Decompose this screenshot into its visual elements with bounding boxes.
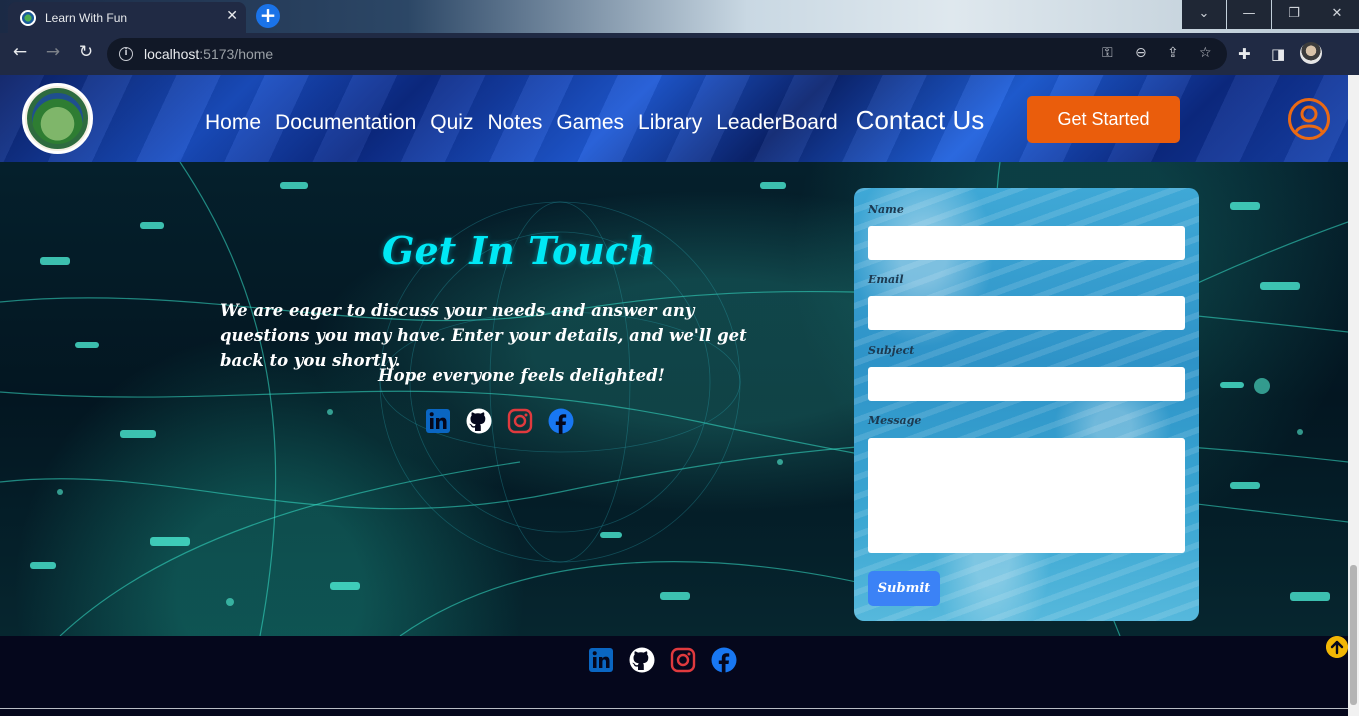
message-textarea[interactable] xyxy=(868,438,1185,553)
instagram-icon[interactable] xyxy=(670,647,696,673)
subject-label: Subject xyxy=(868,344,915,357)
bookmark-star-icon[interactable]: ☆ xyxy=(1199,45,1212,61)
message-label: Message xyxy=(868,414,922,427)
linkedin-icon[interactable] xyxy=(588,647,614,673)
address-bar[interactable]: i localhost:5173/home ⚿ ⊖ ⇪ ☆ xyxy=(107,38,1227,70)
scrollbar-thumb[interactable] xyxy=(1350,565,1357,705)
nav-quiz[interactable]: Quiz xyxy=(430,111,473,135)
site-favicon-icon xyxy=(20,9,36,26)
url-text: localhost:5173/home xyxy=(144,46,274,62)
page-bottom-divider xyxy=(0,708,1348,709)
contact-title: Get In Touch xyxy=(382,228,656,273)
nav-leaderboard[interactable]: LeaderBoard xyxy=(716,111,837,135)
key-icon[interactable]: ⚿ xyxy=(1102,45,1113,61)
logo-ring xyxy=(27,88,88,149)
name-field[interactable] xyxy=(868,226,1185,260)
tab-search-button[interactable]: ⌄ xyxy=(1182,0,1226,29)
page-scrollbar[interactable] xyxy=(1348,75,1359,716)
contact-closing-text: Hope everyone feels delighted! xyxy=(378,366,665,385)
instagram-icon[interactable] xyxy=(507,408,533,434)
facebook-icon[interactable] xyxy=(548,408,574,434)
forward-arrow-icon[interactable]: → xyxy=(41,42,65,62)
footer-social-links xyxy=(588,647,737,673)
zoom-out-icon[interactable]: ⊖ xyxy=(1135,45,1147,61)
contact-description: We are eager to discuss your needs and a… xyxy=(220,301,747,370)
site-info-icon[interactable]: i xyxy=(119,47,133,61)
browser-tab-bar: Learn With Fun ✕ + ⌄ — ❐ ✕ xyxy=(0,0,1359,33)
side-panel-icon[interactable]: ◨ xyxy=(1271,45,1285,63)
close-window-button[interactable]: ✕ xyxy=(1315,0,1359,29)
back-arrow-icon[interactable]: ← xyxy=(8,42,32,62)
github-icon[interactable] xyxy=(466,408,492,434)
github-icon[interactable] xyxy=(629,647,655,673)
tab-title: Learn With Fun xyxy=(45,10,128,25)
contact-social-links xyxy=(425,408,574,434)
get-started-button[interactable]: Get Started xyxy=(1027,96,1180,143)
new-tab-button[interactable]: + xyxy=(256,4,280,28)
nav-games[interactable]: Games xyxy=(556,111,624,135)
profile-avatar[interactable] xyxy=(1300,42,1322,64)
reload-icon[interactable]: ↻ xyxy=(74,42,98,62)
contact-section: Get In Touch We are eager to discuss you… xyxy=(0,162,1348,636)
nav-documentation[interactable]: Documentation xyxy=(275,111,416,135)
scroll-to-top-icon[interactable] xyxy=(1326,636,1348,658)
contact-form: Name Email Subject Message Submit xyxy=(854,188,1199,621)
minimize-button[interactable]: — xyxy=(1227,0,1271,29)
email-field[interactable] xyxy=(868,296,1185,330)
restore-button[interactable]: ❐ xyxy=(1272,0,1316,29)
nav-library[interactable]: Library xyxy=(638,111,702,135)
submit-button[interactable]: Submit xyxy=(868,571,940,606)
extensions-icon[interactable]: ✚ xyxy=(1238,45,1251,63)
subject-field[interactable] xyxy=(868,367,1185,401)
nav-contact-us[interactable]: Contact Us xyxy=(856,105,985,136)
site-logo[interactable] xyxy=(22,83,93,154)
tab-close-icon[interactable]: ✕ xyxy=(226,8,238,24)
facebook-icon[interactable] xyxy=(711,647,737,673)
nav-notes[interactable]: Notes xyxy=(487,111,542,135)
site-header: Home Documentation Quiz Notes Games Libr… xyxy=(0,75,1348,162)
linkedin-icon[interactable] xyxy=(425,408,451,434)
site-footer xyxy=(0,636,1348,708)
browser-toolbar: ← → ↻ i localhost:5173/home ⚿ ⊖ ⇪ ☆ ✚ ◨ xyxy=(0,33,1359,75)
main-nav: Home Documentation Quiz Notes Games Libr… xyxy=(205,105,998,136)
nav-home[interactable]: Home xyxy=(205,111,261,135)
name-label: Name xyxy=(868,203,904,216)
user-account-icon[interactable] xyxy=(1287,97,1331,141)
browser-tab[interactable]: Learn With Fun ✕ xyxy=(8,2,246,33)
share-icon[interactable]: ⇪ xyxy=(1167,45,1179,61)
email-label: Email xyxy=(868,273,904,286)
